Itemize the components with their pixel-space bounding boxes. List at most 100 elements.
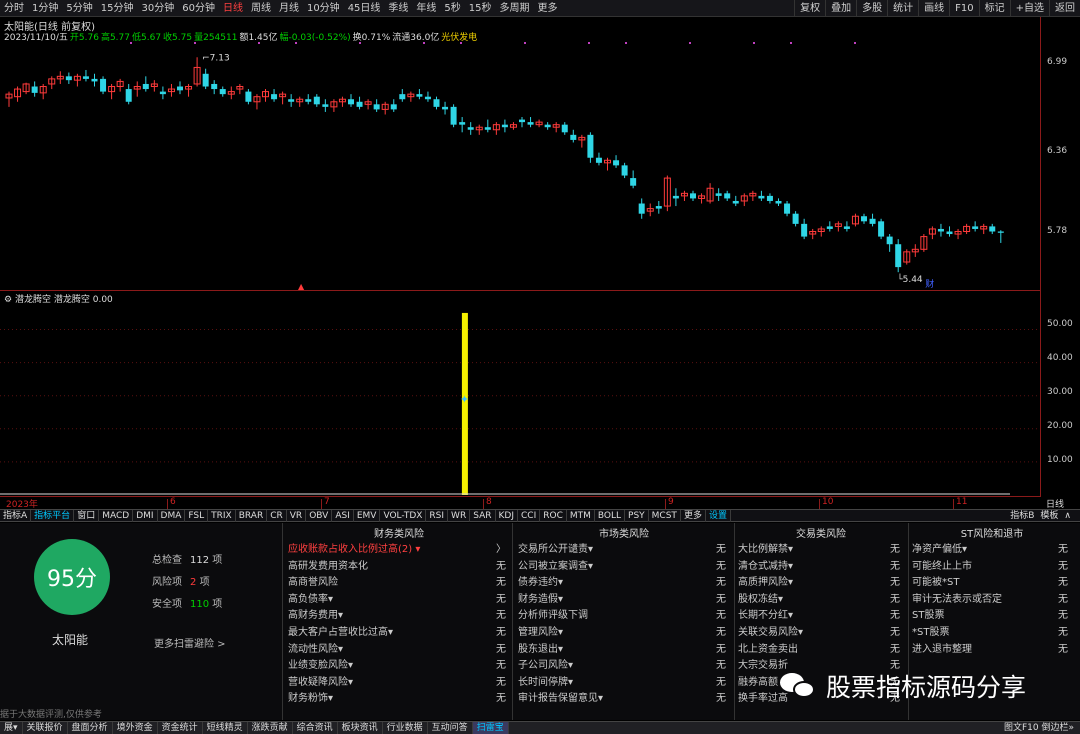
period-tab[interactable]: 1分钟	[28, 0, 62, 17]
period-tab[interactable]: 月线	[275, 0, 303, 17]
tool-button[interactable]: 复权	[794, 0, 825, 17]
risk-item[interactable]: 高研发费用资本化 无	[288, 559, 510, 576]
indicator-tab[interactable]: 指标平台	[31, 509, 75, 522]
tool-button[interactable]: 多股	[856, 0, 887, 17]
indicator-tab[interactable]: FSL	[185, 509, 209, 522]
period-tab[interactable]: 45日线	[344, 0, 385, 17]
indicator-tab[interactable]: 指标B	[1007, 510, 1037, 522]
period-tab[interactable]: 15分钟	[97, 0, 138, 17]
tool-button[interactable]: 叠加	[825, 0, 856, 17]
risk-item[interactable]: 子公司风险▾ 无	[518, 658, 730, 675]
bottom-tab[interactable]: 综合资讯	[293, 722, 338, 734]
period-tab[interactable]: 多周期	[496, 0, 534, 17]
indicator-tab[interactable]: MCST	[649, 509, 681, 522]
indicator-tab[interactable]: VOL-TDX	[380, 509, 427, 522]
indicator-tab[interactable]: CR	[267, 509, 287, 522]
tool-button[interactable]: 画线	[918, 0, 949, 17]
risk-item[interactable]: 可能终止上市 无	[912, 559, 1072, 576]
indicator-tab[interactable]: EMV	[354, 509, 381, 522]
risk-item[interactable]: 可能被*ST 无	[912, 575, 1072, 592]
risk-item[interactable]: 高商誉风险 无	[288, 575, 510, 592]
period-tab[interactable]: 分时	[0, 0, 28, 17]
indicator-tab[interactable]: 更多	[681, 509, 706, 522]
indicator-tab[interactable]: BRAR	[236, 509, 268, 522]
risk-item[interactable]: 流动性风险▾ 无	[288, 642, 510, 659]
risk-item[interactable]: 债券违约▾ 无	[518, 575, 730, 592]
indicator-tab[interactable]: SAR	[470, 509, 496, 522]
bottom-tab[interactable]: 短线精灵	[203, 722, 248, 734]
tool-button[interactable]: +自选	[1009, 0, 1049, 17]
bottom-tab[interactable]: 盘面分析	[68, 722, 113, 734]
risk-item[interactable]: 审计报告保留意见▾ 无	[518, 691, 730, 708]
risk-item[interactable]: 北上资金卖出 无	[738, 642, 904, 659]
risk-item[interactable]: 大比例解禁▾ 无	[738, 542, 904, 559]
risk-item[interactable]: 净资产偏低▾ 无	[912, 542, 1072, 559]
indicator-tab[interactable]: MTM	[567, 509, 595, 522]
risk-item[interactable]: 高质押风险▾ 无	[738, 575, 904, 592]
risk-item[interactable]: 业绩变脸风险▾ 无	[288, 658, 510, 675]
risk-item[interactable]: ST股票 无	[912, 608, 1072, 625]
period-tab[interactable]: 更多	[534, 0, 562, 17]
risk-item[interactable]: 公司被立案调查▾ 无	[518, 559, 730, 576]
bottom-tab[interactable]: 扫雷宝	[472, 722, 509, 734]
indicator-tab[interactable]: PSY	[625, 509, 649, 522]
indicator-tab[interactable]: TRIX	[208, 509, 236, 522]
indicator-tab[interactable]: KDJ	[496, 509, 518, 522]
risk-item[interactable]: 进入退市整理 无	[912, 642, 1072, 659]
indicator-tab[interactable]: WR	[448, 509, 471, 522]
f10-sidebar-toggle[interactable]: 图文F10 倒边栏»	[1004, 722, 1074, 734]
bottom-tab[interactable]: 互动问答	[428, 722, 473, 734]
indicator-tab[interactable]: VR	[287, 509, 307, 522]
risk-item[interactable]: 清仓式减持▾ 无	[738, 559, 904, 576]
tool-button[interactable]: 标记	[978, 0, 1010, 17]
risk-item[interactable]: 长期不分红▾ 无	[738, 608, 904, 625]
indicator-tab[interactable]: CCI	[518, 509, 541, 522]
indicator-tab[interactable]: ROC	[540, 509, 567, 522]
bottom-tab[interactable]: 资金统计	[158, 722, 203, 734]
risk-item[interactable]: 审计无法表示或否定 无	[912, 592, 1072, 609]
indicator-tab[interactable]: ∧	[1061, 510, 1074, 522]
bottom-tab[interactable]: 行业数据	[383, 722, 428, 734]
risk-item[interactable]: 关联交易风险▾ 无	[738, 625, 904, 642]
risk-item[interactable]: 股权冻结▾ 无	[738, 592, 904, 609]
period-tab[interactable]: 年线	[412, 0, 440, 17]
period-tab[interactable]: 日线	[219, 0, 247, 17]
period-tab[interactable]: 5秒	[440, 0, 464, 17]
bottom-tab[interactable]: 板块资讯	[338, 722, 383, 734]
risk-item[interactable]: 财务造假▾ 无	[518, 592, 730, 609]
indicator-tab[interactable]: DMA	[158, 509, 186, 522]
indicator-tab[interactable]: BOLL	[595, 509, 626, 522]
risk-item[interactable]: 营收疑降风险▾ 无	[288, 675, 510, 692]
risk-item[interactable]: *ST股票 无	[912, 625, 1072, 642]
risk-item[interactable]: 分析师评级下调 无	[518, 608, 730, 625]
indicator-tab[interactable]: 设置	[706, 509, 731, 522]
tool-button[interactable]: 返回	[1049, 0, 1080, 17]
period-tab[interactable]: 15秒	[465, 0, 496, 17]
period-tab[interactable]: 季线	[384, 0, 412, 17]
risk-item[interactable]: 财务粉饰▾ 无	[288, 691, 510, 708]
period-tab[interactable]: 30分钟	[137, 0, 178, 17]
indicator-tab[interactable]: 模板	[1037, 510, 1061, 522]
indicator-tab[interactable]: MACD	[99, 509, 134, 522]
bottom-tab[interactable]: 关联报价	[23, 722, 68, 734]
period-tab[interactable]: 5分钟	[62, 0, 96, 17]
indicator-tab[interactable]: OBV	[306, 509, 333, 522]
risk-item[interactable]: 长时间停牌▾ 无	[518, 675, 730, 692]
tool-button[interactable]: F10	[949, 0, 978, 17]
indicator-tab[interactable]: 指标A	[0, 509, 32, 522]
indicator-tab[interactable]: DMI	[133, 509, 158, 522]
candlestick-chart[interactable]: ⌐7.13 └5.44 财 ▲	[0, 42, 1040, 290]
tool-button[interactable]: 统计	[887, 0, 918, 17]
risk-item[interactable]: 交易所公开谴责▾ 无	[518, 542, 730, 559]
risk-item[interactable]: 高负债率▾ 无	[288, 592, 510, 609]
period-tab[interactable]: 60分钟	[178, 0, 219, 17]
period-tab[interactable]: 周线	[247, 0, 275, 17]
indicator-tab[interactable]: ASI	[332, 509, 354, 522]
risk-item[interactable]: 管理风险▾ 无	[518, 625, 730, 642]
bottom-tab[interactable]: 境外资金	[113, 722, 158, 734]
indicator-chart[interactable]: ✦	[0, 303, 1040, 495]
more-scan-link[interactable]: 更多扫雷避险 >	[154, 635, 226, 650]
risk-item[interactable]: 高财务费用▾ 无	[288, 608, 510, 625]
bottom-tab[interactable]: 涨跌贡献	[248, 722, 293, 734]
period-tab[interactable]: 10分钟	[303, 0, 344, 17]
